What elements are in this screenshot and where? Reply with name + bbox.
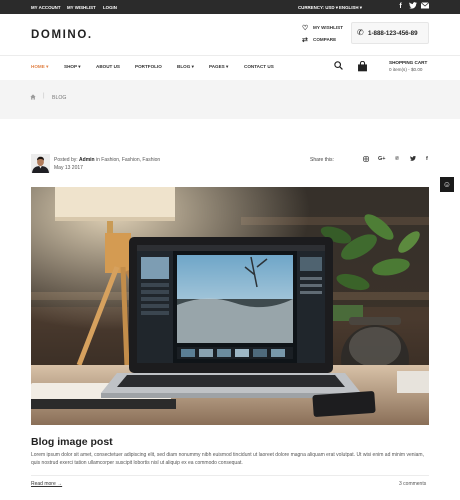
nav-item-portfolio[interactable]: PORTFOLIO: [135, 64, 162, 69]
nav-item-pages[interactable]: PAGES ▾: [209, 64, 228, 70]
nav-item-home[interactable]: HOME ▾: [31, 64, 48, 70]
nav-item-shop[interactable]: SHOP ▾: [64, 64, 81, 70]
email-icon[interactable]: [420, 2, 429, 11]
nav-item-about[interactable]: ABOUT US: [96, 64, 120, 69]
top-wishlist-link[interactable]: MY WISHLIST: [67, 5, 96, 10]
phone-box: ✆ 1-888-123-456-89: [351, 22, 429, 44]
compare-icon: ⇄: [302, 37, 308, 44]
chevron-down-icon: ▾: [78, 64, 81, 69]
instagram-icon[interactable]: [363, 156, 369, 164]
search-icon[interactable]: [334, 61, 343, 72]
home-icon[interactable]: [30, 94, 36, 102]
chevron-down-icon: ▾: [46, 64, 49, 69]
nav-divider: [0, 55, 460, 56]
nav-label-blog: BLOG: [177, 64, 191, 69]
language-label: ENGLISH: [339, 5, 359, 10]
read-more-link[interactable]: Read more →: [31, 481, 62, 487]
cart-title[interactable]: SHOPPING CART: [389, 60, 427, 65]
site-logo[interactable]: DOMINO.: [31, 29, 93, 41]
post-author[interactable]: Admin: [79, 157, 95, 163]
login-link[interactable]: LOGIN: [103, 5, 117, 10]
header-compare-label: COMPARE: [313, 37, 337, 42]
chevron-down-icon: ▾: [226, 64, 229, 69]
header-wishlist-label: MY WISHLIST: [313, 25, 344, 30]
comments-count[interactable]: 3 comments: [399, 481, 426, 487]
heart-icon: ♡: [302, 25, 309, 32]
accessibility-icon[interactable]: ☺: [440, 177, 454, 192]
phone-icon: ✆: [357, 28, 364, 37]
chevron-down-icon: ▾: [359, 5, 362, 10]
post-byline: Posted by: Admin in Fashion, Fashion, Fa…: [54, 157, 160, 163]
top-bar: MY ACCOUNT MY WISHLIST LOGIN CURRENCY: U…: [0, 0, 460, 14]
chevron-down-icon: ▾: [335, 5, 338, 10]
twitter-icon[interactable]: [410, 156, 416, 163]
cart-summary[interactable]: 0 item(s) - $0.00: [389, 67, 422, 72]
breadcrumb: [0, 80, 460, 119]
shopping-bag-icon[interactable]: [357, 59, 368, 72]
facebook-icon[interactable]: f: [396, 2, 405, 11]
breadcrumb-separator: |: [43, 93, 45, 99]
post-categories[interactable]: in Fashion, Fashion, Fashion: [96, 157, 160, 163]
breadcrumb-current: BLOG: [52, 95, 67, 101]
post-date: May 13 2017: [54, 165, 83, 171]
twitter-icon[interactable]: [408, 2, 417, 11]
post-title[interactable]: Blog image post: [31, 436, 113, 448]
my-account-link[interactable]: MY ACCOUNT: [31, 5, 61, 10]
posted-by-prefix: Posted by:: [54, 157, 78, 163]
language-select[interactable]: ENGLISH ▾: [339, 5, 362, 11]
nav-item-contact[interactable]: CONTACT US: [244, 64, 274, 69]
phone-number[interactable]: 1-888-123-456-89: [368, 30, 418, 37]
post-excerpt: Lorem ipsum dolor sit amet, consectetuer…: [31, 452, 424, 467]
author-avatar: [31, 154, 50, 173]
nav-label-home: HOME: [31, 64, 45, 69]
currency-select[interactable]: CURRENCY: USD ▾: [298, 5, 338, 11]
currency-label: CURRENCY: USD: [298, 5, 335, 10]
chevron-down-icon: ▾: [191, 64, 194, 69]
facebook-icon[interactable]: f: [426, 156, 428, 162]
post-featured-image: [31, 187, 429, 425]
share-label: Share this:: [310, 157, 334, 163]
nav-label-shop: SHOP: [64, 64, 77, 69]
nav-item-blog[interactable]: BLOG ▾: [177, 64, 194, 70]
nav-label-pages: PAGES: [209, 64, 225, 69]
google-plus-icon[interactable]: G+: [378, 156, 386, 162]
pinterest-icon[interactable]: ℗: [395, 156, 399, 162]
post-divider: [31, 475, 429, 476]
